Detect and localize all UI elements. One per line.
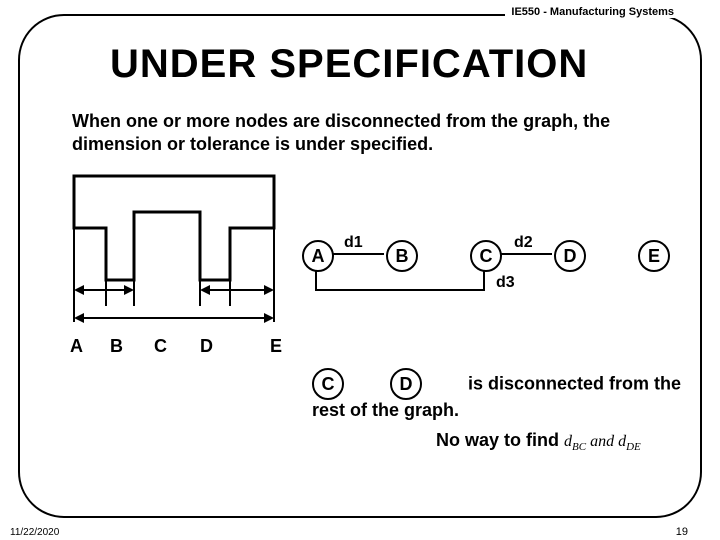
graph-node-d: D — [554, 240, 586, 272]
disc-text: is disconnected from the rest of the gra… — [312, 374, 681, 421]
axis-label-b: B — [110, 336, 123, 357]
graph-node-c: C — [470, 240, 502, 272]
footer-page-number: 19 — [672, 526, 692, 538]
axis-label-a: A — [70, 336, 83, 357]
edge-label-d3: d3 — [496, 274, 515, 292]
part-figure — [70, 172, 280, 330]
footer-date: 11/22/2020 — [6, 527, 63, 538]
axis-label-d: D — [200, 336, 213, 357]
edge-label-d2: d2 — [514, 234, 533, 252]
disc-node-c: C — [312, 368, 344, 400]
tolerance-graph: A B C D E d1 d2 d3 — [300, 238, 672, 306]
axis-label-c: C — [154, 336, 167, 357]
graph-node-a: A — [302, 240, 334, 272]
no-way-line: No way to find dBC and dDE — [436, 430, 641, 453]
body-paragraph: When one or more nodes are disconnected … — [72, 110, 672, 155]
disc-node-d: D — [390, 368, 422, 400]
no-way-text: No way to find — [436, 430, 559, 450]
course-code: IE550 - Manufacturing Systems — [505, 6, 680, 18]
no-way-math: dBC and dDE — [564, 433, 641, 450]
page-title: UNDER SPECIFICATION — [110, 42, 588, 87]
graph-node-b: B — [386, 240, 418, 272]
edge-label-d1: d1 — [344, 234, 363, 252]
axis-label-e: E — [270, 336, 282, 357]
graph-node-e: E — [638, 240, 670, 272]
disconnected-statement: C D is disconnected from the rest of the… — [312, 368, 692, 421]
slide: { "course_header": "IE550 - Manufacturin… — [0, 0, 720, 540]
